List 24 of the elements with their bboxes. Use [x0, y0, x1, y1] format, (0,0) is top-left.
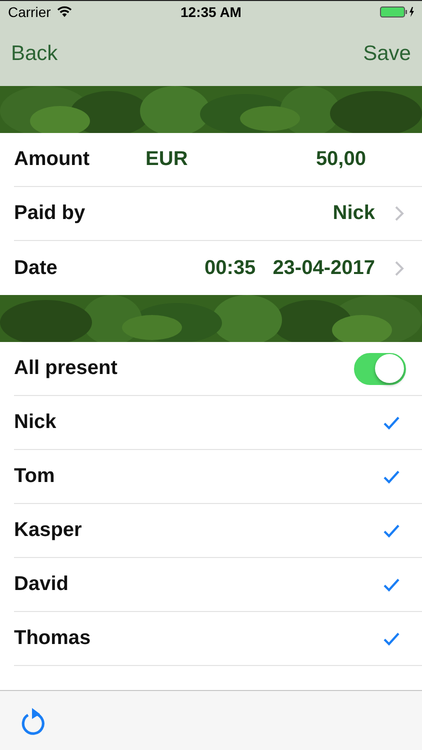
amount-value[interactable]: 50,00 — [316, 148, 366, 171]
refresh-icon[interactable] — [20, 706, 46, 734]
person-name[interactable]: Thomas — [14, 627, 91, 650]
person-name[interactable]: Tom — [14, 465, 55, 488]
all-present-toggle[interactable] — [354, 352, 406, 384]
chevron-icon — [395, 206, 404, 221]
field-label: Date — [14, 256, 58, 280]
field-label: Amount — [14, 148, 90, 171]
time-value[interactable]: 00:35 — [204, 256, 256, 280]
field-label: Paid by — [14, 202, 86, 225]
currency-value[interactable]: EUR — [146, 148, 188, 171]
battery-icon — [380, 6, 416, 18]
person-name[interactable]: David — [14, 573, 68, 596]
date-value[interactable]: 23-04-2017 — [272, 256, 375, 280]
back-button[interactable]: Back — [11, 42, 58, 66]
wifi-icon — [56, 6, 72, 17]
chevron-icon — [395, 260, 404, 276]
save-button[interactable]: Save — [363, 42, 411, 66]
toggle-label: All present — [14, 357, 118, 380]
clock: 12:35 AM — [180, 4, 242, 20]
person-name[interactable]: Nick — [14, 411, 56, 434]
payer-value[interactable]: Nick — [332, 202, 375, 225]
carrier-label: Carrier — [8, 4, 51, 20]
person-name[interactable]: Kasper — [14, 519, 82, 542]
